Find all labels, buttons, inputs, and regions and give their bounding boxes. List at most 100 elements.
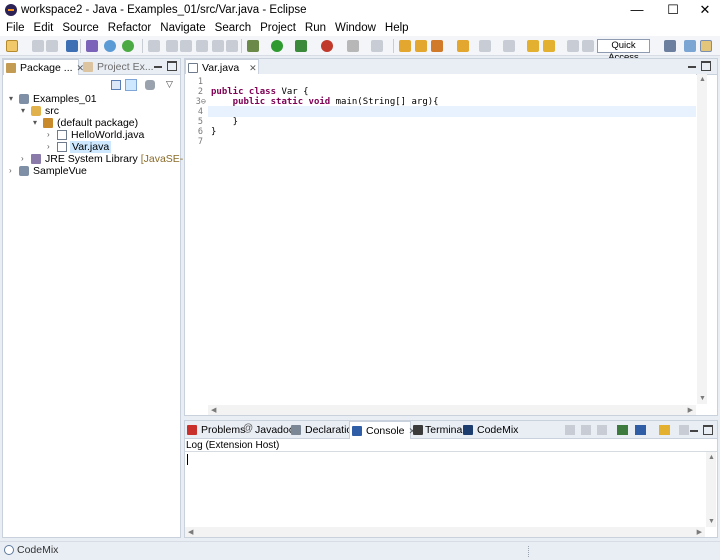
tree-item-jre-library[interactable]: › JRE System Library [JavaSE-1.8] bbox=[21, 153, 201, 165]
pin-console-icon[interactable] bbox=[617, 425, 628, 435]
minimize-icon[interactable] bbox=[689, 425, 699, 435]
menu-search[interactable]: Search bbox=[215, 22, 251, 34]
coverage-icon[interactable] bbox=[295, 40, 307, 52]
tab-terminal[interactable]: Terminal bbox=[411, 422, 465, 438]
open-perspective-icon[interactable] bbox=[664, 40, 676, 52]
line-number-gutter: 1 2 3⊖ 4 5 6 7 bbox=[185, 74, 207, 406]
menu-edit[interactable]: Edit bbox=[34, 22, 54, 34]
tree-item-helloworld[interactable]: › HelloWorld.java bbox=[47, 129, 177, 141]
package-explorer-icon bbox=[6, 63, 16, 73]
tab-javadoc[interactable]: @ Javadoc bbox=[241, 422, 294, 438]
pin-icon[interactable] bbox=[582, 40, 594, 52]
clear-console-icon[interactable] bbox=[565, 425, 575, 435]
word-wrap-icon[interactable] bbox=[597, 425, 607, 435]
view-menu-icon[interactable]: ▽ bbox=[166, 79, 173, 90]
java-file-icon bbox=[57, 142, 67, 152]
tree-item-src[interactable]: ▾ src bbox=[21, 105, 171, 117]
console-horizontal-scrollbar[interactable]: ◀ ▶ bbox=[185, 527, 705, 537]
tree-item-samplevue[interactable]: › SampleVue bbox=[9, 165, 169, 177]
tree-item-var-java[interactable]: › Var.java bbox=[47, 141, 177, 153]
status-codemix-label[interactable]: CodeMix bbox=[17, 544, 58, 556]
next-annotation-icon[interactable] bbox=[479, 40, 491, 52]
skip-breakpoints-icon[interactable] bbox=[86, 40, 98, 52]
tab-codemix[interactable]: CodeMix bbox=[461, 422, 521, 438]
tab-project-explorer[interactable]: Project Ex... bbox=[81, 59, 154, 75]
tab-var-java[interactable]: Var.java ✕ bbox=[185, 59, 259, 75]
codemix-status-icon[interactable] bbox=[4, 545, 14, 555]
editor-horizontal-scrollbar[interactable]: ◀ ▶ bbox=[208, 405, 696, 415]
quick-access-input[interactable]: Quick Access bbox=[597, 39, 650, 63]
tab-problems[interactable]: Problems bbox=[185, 422, 245, 438]
new-icon[interactable] bbox=[6, 40, 18, 52]
back-icon[interactable] bbox=[543, 40, 555, 52]
close-tab-icon[interactable]: ✕ bbox=[249, 63, 257, 73]
console-output[interactable] bbox=[185, 452, 717, 527]
open-resource-icon[interactable] bbox=[457, 40, 469, 52]
last-edit-icon[interactable] bbox=[527, 40, 539, 52]
codemix-icon bbox=[463, 425, 473, 435]
code-editor[interactable] bbox=[208, 74, 696, 406]
focus-icon[interactable] bbox=[145, 80, 155, 90]
scroll-lock-icon[interactable] bbox=[581, 425, 591, 435]
tree-item-examples01[interactable]: ▾ Examples_01 bbox=[9, 93, 179, 105]
console-menu-icon[interactable] bbox=[679, 425, 689, 435]
tab-package-explorer[interactable]: Package ... ✕ bbox=[3, 59, 84, 75]
block-selection-icon[interactable] bbox=[196, 40, 208, 52]
run-icon[interactable] bbox=[271, 40, 283, 52]
window-title: workspace2 - Java - Examples_01/src/Var.… bbox=[21, 4, 307, 16]
menu-file[interactable]: File bbox=[6, 22, 25, 34]
menu-navigate[interactable]: Navigate bbox=[160, 22, 205, 34]
toggle-mark-icon[interactable] bbox=[166, 40, 178, 52]
library-icon bbox=[31, 154, 41, 164]
server-icon[interactable] bbox=[371, 40, 383, 52]
tree-item-default-package[interactable]: ▾ (default package) bbox=[33, 117, 173, 129]
tab-console[interactable]: Console✕ bbox=[349, 421, 416, 439]
toggle-word-wrap-icon[interactable] bbox=[180, 40, 192, 52]
external-run-icon[interactable] bbox=[321, 40, 333, 52]
external-tools-icon[interactable] bbox=[148, 40, 160, 52]
menu-window[interactable]: Window bbox=[335, 22, 376, 34]
maximize-button[interactable]: ☐ bbox=[656, 0, 690, 20]
menu-help[interactable]: Help bbox=[385, 22, 409, 34]
debug-icon[interactable] bbox=[247, 40, 259, 52]
menu-source[interactable]: Source bbox=[62, 22, 98, 34]
maximize-icon[interactable] bbox=[703, 425, 713, 435]
open-console-icon[interactable] bbox=[659, 425, 670, 435]
minimize-icon[interactable] bbox=[153, 61, 163, 71]
sync-icon[interactable] bbox=[122, 40, 134, 52]
maximize-icon[interactable] bbox=[167, 61, 177, 71]
close-button[interactable]: ✕ bbox=[688, 0, 720, 20]
terminal-open-icon[interactable] bbox=[66, 40, 78, 52]
java-ee-perspective-icon[interactable] bbox=[684, 40, 696, 52]
open-type-icon[interactable] bbox=[399, 40, 411, 52]
minimize-button[interactable]: — bbox=[620, 0, 654, 20]
search-icon[interactable] bbox=[431, 40, 443, 52]
save-all-icon[interactable] bbox=[46, 40, 58, 52]
codemix-globe-icon[interactable] bbox=[104, 40, 116, 52]
editor-vertical-scrollbar[interactable]: ▲ ▼ bbox=[697, 74, 707, 404]
link-with-editor-icon[interactable] bbox=[125, 79, 137, 91]
open-task-icon[interactable] bbox=[415, 40, 427, 52]
save-icon[interactable] bbox=[32, 40, 44, 52]
menu-refactor[interactable]: Refactor bbox=[108, 22, 151, 34]
display-console-icon[interactable] bbox=[635, 425, 646, 435]
menu-run[interactable]: Run bbox=[305, 22, 326, 34]
problems-icon bbox=[187, 425, 197, 435]
show-whitespace-icon[interactable] bbox=[226, 40, 238, 52]
status-divider bbox=[528, 546, 530, 557]
menu-project[interactable]: Project bbox=[260, 22, 296, 34]
editor-tabbar: Var.java ✕ bbox=[185, 59, 717, 75]
bottom-tabbar: Problems @ Javadoc Declaration Console✕ … bbox=[185, 421, 717, 439]
stop-icon[interactable] bbox=[347, 40, 359, 52]
console-header: Log (Extension Host) bbox=[186, 440, 280, 451]
code-line-3: public static void main(String[] arg){ bbox=[211, 97, 439, 107]
minimize-icon[interactable] bbox=[687, 61, 697, 71]
collapse-all-icon[interactable] bbox=[111, 80, 121, 90]
whitespace-icon[interactable] bbox=[212, 40, 224, 52]
maximize-icon[interactable] bbox=[701, 61, 711, 71]
forward-icon[interactable] bbox=[567, 40, 579, 52]
tab-declaration[interactable]: Declaration bbox=[289, 422, 358, 438]
console-vertical-scrollbar[interactable]: ▲ ▼ bbox=[706, 452, 716, 527]
prev-annotation-icon[interactable] bbox=[503, 40, 515, 52]
java-perspective-icon[interactable] bbox=[700, 40, 712, 52]
